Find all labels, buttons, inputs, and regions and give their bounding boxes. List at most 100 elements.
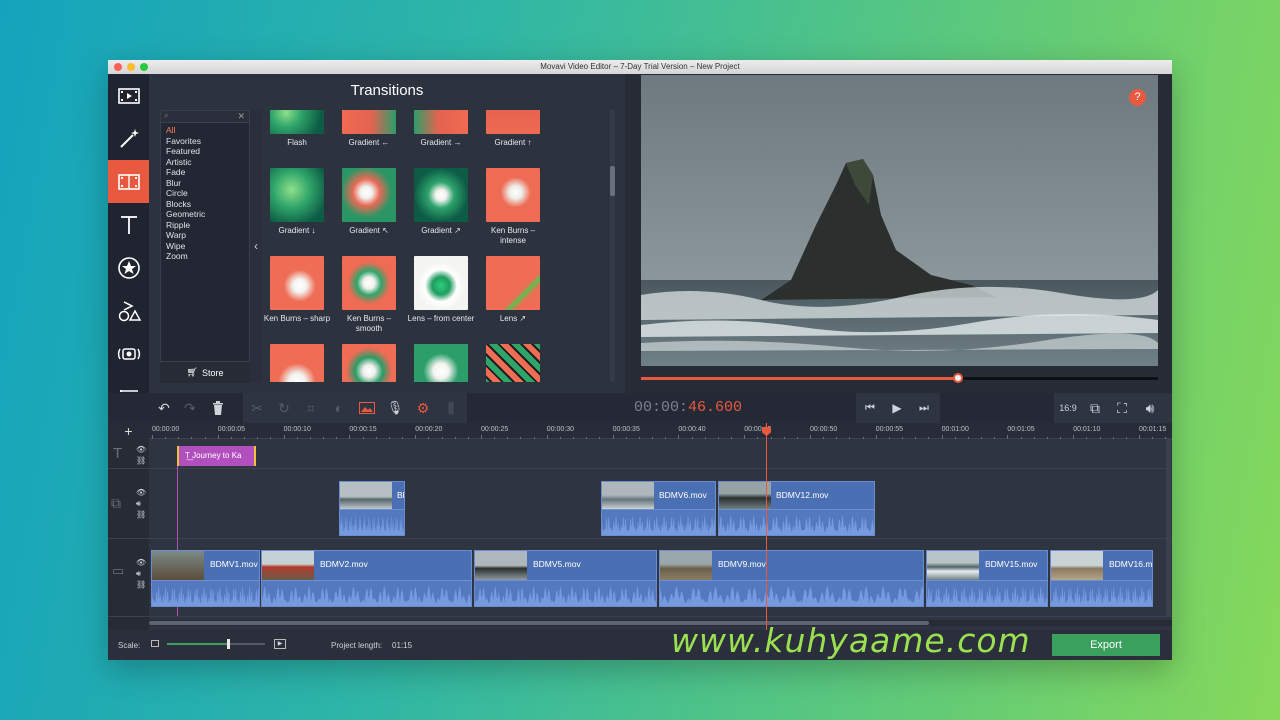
category-item[interactable]: Artistic (166, 157, 205, 168)
timeline-clip[interactable]: BDMV12.mov (718, 481, 875, 536)
sidebar-item-import[interactable] (108, 74, 149, 117)
volume-button[interactable]: 🔊︎ (1137, 393, 1163, 423)
timecode-seconds: 46.600 (688, 399, 743, 416)
sidebar-item-capture[interactable] (108, 332, 149, 375)
transition-label: Flash (287, 138, 307, 147)
timeline-clip[interactable]: BDMV5.mov (474, 550, 657, 607)
add-track-button[interactable]: + (108, 423, 149, 439)
transition-thumbnail[interactable] (270, 256, 324, 310)
crop-icon: ⌗ (307, 399, 315, 416)
redo-button[interactable]: ↷ (177, 393, 203, 423)
rotate-button[interactable]: ↻ (271, 393, 297, 423)
zoom-out-icon[interactable] (151, 640, 159, 647)
transition-thumbnail[interactable] (486, 168, 540, 222)
sidebar-item-transitions[interactable] (108, 160, 149, 203)
detach-preview-button[interactable]: ⧉ (1082, 393, 1108, 423)
help-button[interactable]: ? (1129, 89, 1146, 106)
sidebar-item-titles[interactable] (108, 203, 149, 246)
category-item[interactable]: Fade (166, 167, 205, 178)
sidebar-item-shapes[interactable] (108, 289, 149, 332)
clip-thumbnail (340, 482, 392, 511)
next-frame-button[interactable]: ⏭ (911, 393, 937, 423)
category-item[interactable]: Geometric (166, 209, 205, 220)
scale-slider[interactable] (167, 639, 265, 649)
close-window-button[interactable] (114, 63, 122, 71)
title-clip[interactable]: T͟ Journey to Ka (177, 446, 256, 466)
category-item[interactable]: Featured (166, 146, 205, 157)
preview-progress-track[interactable] (641, 373, 1158, 383)
transition-thumbnail[interactable] (342, 344, 396, 382)
image-icon (359, 402, 375, 414)
category-item[interactable]: Blocks (166, 199, 205, 210)
clip-properties-button[interactable]: ⚙ (410, 393, 436, 423)
timeline-clip[interactable]: BDMV2.mov (261, 550, 472, 607)
timeline-clip[interactable]: BDMV1.mov (151, 550, 260, 607)
timeline-clip[interactable]: BDMV6.mov (601, 481, 716, 536)
transition-thumbnail[interactable] (342, 256, 396, 310)
transition-thumbnail[interactable] (414, 344, 468, 382)
export-button[interactable]: Export (1052, 634, 1160, 656)
category-item[interactable]: Ripple (166, 220, 205, 231)
scale-label: Scale: (118, 641, 141, 650)
transition-thumbnail[interactable] (414, 256, 468, 310)
transition-thumbnail[interactable] (342, 110, 396, 134)
timeline-clip[interactable]: BDMV9.mov (659, 550, 924, 607)
play-button[interactable]: ▶ (884, 393, 910, 423)
fullscreen-button[interactable]: ⛶ (1109, 393, 1135, 423)
delete-button[interactable] (205, 393, 231, 423)
search-icon: ⌕ (164, 111, 169, 120)
video-preview[interactable]: ? (641, 75, 1158, 366)
panel-scrollbar[interactable] (610, 110, 615, 382)
transition-thumbnail[interactable] (270, 168, 324, 222)
timeline-clip[interactable]: BDMV16.m (1050, 550, 1153, 607)
category-item[interactable]: Wipe (166, 241, 205, 252)
zoom-in-icon[interactable]: ▶ (274, 639, 286, 649)
transition-thumbnail[interactable] (486, 344, 540, 382)
category-item[interactable]: Warp (166, 230, 205, 241)
category-item[interactable]: All (166, 125, 205, 136)
image-button[interactable] (354, 393, 380, 423)
cut-button[interactable]: ✂ (244, 393, 270, 423)
transition-thumbnail[interactable] (414, 110, 468, 134)
scale-slider-handle[interactable] (227, 639, 230, 649)
timeline-clip[interactable]: BDMV15.mov (926, 550, 1048, 607)
category-item[interactable]: Circle (166, 188, 205, 199)
category-item[interactable]: Blur (166, 178, 205, 189)
color-adjust-button[interactable]: ◐ (326, 393, 352, 423)
preview-progress-handle[interactable] (952, 373, 963, 383)
transition-thumbnail[interactable] (486, 110, 540, 134)
transition-thumbnail[interactable] (270, 344, 324, 382)
previous-frame-button[interactable]: ⏮ (857, 393, 883, 423)
sidebar-item-stickers[interactable] (108, 246, 149, 289)
category-item[interactable]: Favorites (166, 136, 205, 147)
transitions-panel: Transitions ⌕ ✕ All Favorites Featured Arti… (149, 74, 625, 410)
clip-waveform (927, 580, 1047, 606)
aspect-ratio-button[interactable]: 16:9 (1054, 393, 1082, 423)
transitions-grid: Flash Gradient ← Gradient → Gradient ↑ Gradi… (262, 110, 612, 382)
crop-button[interactable]: ⌗ (298, 393, 324, 423)
transition-thumbnail[interactable] (342, 168, 396, 222)
panel-scrollbar-thumb[interactable] (610, 166, 615, 196)
timeline-ruler[interactable]: 00:00:00 00:00:05 00:00:10 00:00:15 00:00:20… (149, 423, 1172, 439)
collapse-categories-button[interactable]: ‹ (250, 110, 262, 382)
play-icon: ▶ (892, 401, 902, 415)
zoom-window-button[interactable] (140, 63, 148, 71)
timeline-vertical-scrollbar[interactable] (1166, 439, 1171, 617)
category-item[interactable]: Zoom (166, 251, 205, 262)
stickers-icon (117, 256, 140, 279)
equalizer-button[interactable]: ⫼ (438, 393, 464, 423)
undo-button[interactable]: ↶ (151, 393, 177, 423)
ruler-tick-label: 00:00:25 (481, 426, 509, 433)
clear-search-icon[interactable]: ✕ (237, 111, 245, 122)
timeline-clip[interactable]: Bl (339, 481, 405, 536)
minimize-window-button[interactable] (127, 63, 135, 71)
store-button[interactable]: 🛒︎ Store (160, 361, 250, 383)
category-search-field[interactable]: ⌕ ✕ (161, 111, 249, 123)
timeline[interactable]: + 00:00:00 00:00:05 00:00:10 00:00:15 00:00:… (108, 423, 1172, 630)
transition-thumbnail[interactable] (414, 168, 468, 222)
transition-thumbnail[interactable] (486, 256, 540, 310)
sidebar-item-filters[interactable] (108, 117, 149, 160)
title-clip-label: Journey to Ka (192, 451, 242, 460)
transition-thumbnail[interactable] (270, 110, 324, 134)
record-audio-button[interactable]: 🎙︎ (382, 393, 408, 423)
